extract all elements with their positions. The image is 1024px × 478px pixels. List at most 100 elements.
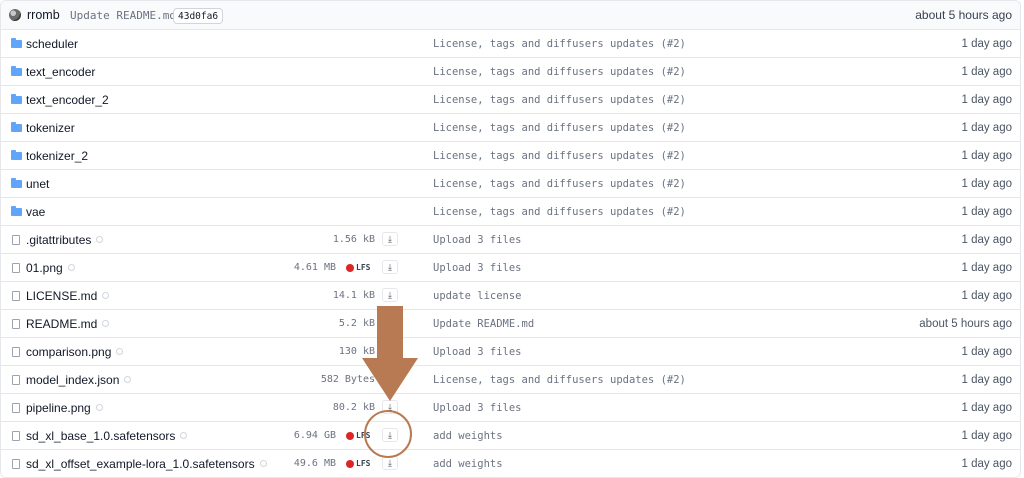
commit-time: 1 day ago — [961, 401, 1012, 414]
lfs-badge[interactable]: LFS — [346, 254, 370, 281]
shield-icon[interactable] — [102, 320, 110, 327]
shield-icon[interactable] — [67, 264, 75, 271]
folder-icon — [10, 58, 22, 85]
download-icon[interactable]: ⤓ — [382, 232, 398, 246]
commit-message-link[interactable]: add weights — [433, 422, 503, 449]
commit-message[interactable]: Update README.md — [70, 1, 176, 29]
file-table: rromb Update README.md 43d0fa6 about 5 h… — [0, 0, 1021, 478]
folder-row[interactable]: vae License, tags and diffusers updates (… — [1, 197, 1020, 225]
file-row[interactable]: comparison.png 130 kB ⤓ Upload 3 files 1 day… — [1, 337, 1020, 365]
commit-message-link[interactable]: License, tags and diffusers updates (#2) — [433, 58, 686, 85]
folder-icon — [10, 114, 22, 141]
shield-icon[interactable] — [95, 404, 103, 411]
file-list: scheduler License, tags and diffusers upd… — [1, 29, 1020, 477]
commit-time: 1 day ago — [961, 289, 1012, 302]
download-icon[interactable]: ⤓ — [382, 316, 398, 330]
file-row[interactable]: sd_xl_offset_example-lora_1.0.safetensor… — [1, 449, 1020, 477]
shield-icon[interactable] — [259, 460, 267, 467]
file-row[interactable]: model_index.json 582 Bytes ⤓ License, tags … — [1, 365, 1020, 393]
commit-time: 1 day ago — [961, 121, 1012, 134]
commit-message-link[interactable]: Upload 3 files — [433, 394, 522, 421]
file-row[interactable]: .gitattributes 1.56 kB ⤓ Upload 3 files 1 da… — [1, 225, 1020, 253]
lfs-label: LFS — [356, 263, 371, 272]
download-icon[interactable]: ⤓ — [382, 428, 398, 442]
file-name-link[interactable]: sd_xl_offset_example-lora_1.0.safetensor… — [26, 450, 267, 477]
commit-message-link[interactable]: License, tags and diffusers updates (#2) — [433, 30, 686, 57]
file-icon — [10, 422, 22, 449]
commit-message-link[interactable]: License, tags and diffusers updates (#2) — [433, 114, 686, 141]
file-size: 582 Bytes — [320, 374, 375, 385]
file-row[interactable]: sd_xl_base_1.0.safetensors 6.94 GB LFS ⤓ add… — [1, 421, 1020, 449]
download-icon[interactable]: ⤓ — [382, 344, 398, 358]
lfs-badge[interactable]: LFS — [346, 450, 370, 477]
file-icon — [10, 254, 22, 281]
shield-icon[interactable] — [124, 376, 132, 383]
commit-author[interactable]: rromb — [27, 1, 60, 29]
file-row[interactable]: LICENSE.md 14.1 kB ⤓ update license 1 day ag… — [1, 281, 1020, 309]
folder-icon — [10, 142, 22, 169]
commit-message-link[interactable]: License, tags and diffusers updates (#2) — [433, 170, 686, 197]
file-name-link[interactable]: .gitattributes — [26, 226, 104, 253]
folder-icon — [10, 170, 22, 197]
file-name-link[interactable]: tokenizer_2 — [26, 142, 88, 169]
file-icon — [10, 338, 22, 365]
file-name-link[interactable]: text_encoder — [26, 58, 95, 85]
last-commit-header: rromb Update README.md 43d0fa6 about 5 h… — [1, 1, 1020, 29]
file-name-link[interactable]: comparison.png — [26, 338, 124, 365]
shield-icon[interactable] — [180, 432, 188, 439]
commit-message-link[interactable]: License, tags and diffusers updates (#2) — [433, 86, 686, 113]
download-icon[interactable]: ⤓ — [382, 288, 398, 302]
shield-icon[interactable] — [96, 236, 104, 243]
commit-message-link[interactable]: update license — [433, 282, 522, 309]
avatar[interactable] — [9, 9, 21, 21]
file-size: 49.6 MB — [293, 458, 336, 469]
file-name-link[interactable]: model_index.json — [26, 366, 132, 393]
commit-message-link[interactable]: Update README.md — [433, 310, 534, 337]
file-icon — [10, 226, 22, 253]
file-name-link[interactable]: LICENSE.md — [26, 282, 110, 309]
file-row[interactable]: 01.png 4.61 MB LFS ⤓ Upload 3 files 1 day ago — [1, 253, 1020, 281]
folder-row[interactable]: tokenizer_2 License, tags and diffusers u… — [1, 141, 1020, 169]
shield-icon[interactable] — [102, 292, 110, 299]
download-icon[interactable]: ⤓ — [382, 400, 398, 414]
file-name-link[interactable]: README.md — [26, 310, 110, 337]
lfs-badge[interactable]: LFS — [346, 422, 370, 449]
commit-time: about 5 hours ago — [915, 8, 1012, 22]
commit-message-link[interactable]: License, tags and diffusers updates (#2) — [433, 198, 686, 225]
commit-time: 1 day ago — [961, 345, 1012, 358]
file-row[interactable]: pipeline.png 80.2 kB ⤓ Upload 3 files 1 day … — [1, 393, 1020, 421]
commit-message-link[interactable]: Upload 3 files — [433, 254, 522, 281]
folder-row[interactable]: text_encoder_2 License, tags and diffuser… — [1, 85, 1020, 113]
commit-message-link[interactable]: License, tags and diffusers updates (#2) — [433, 142, 686, 169]
file-name-link[interactable]: scheduler — [26, 30, 78, 57]
file-name-link[interactable]: 01.png — [26, 254, 75, 281]
file-size: 5.2 kB — [338, 318, 375, 329]
file-name-link[interactable]: tokenizer — [26, 114, 75, 141]
file-name-link[interactable]: text_encoder_2 — [26, 86, 109, 113]
commit-hash[interactable]: 43d0fa6 — [173, 8, 224, 24]
download-icon[interactable]: ⤓ — [382, 456, 398, 470]
folder-row[interactable]: unet License, tags and diffusers updates … — [1, 169, 1020, 197]
file-row[interactable]: README.md 5.2 kB ⤓ Update README.md about 5 … — [1, 309, 1020, 337]
file-size: 1.56 kB — [332, 234, 375, 245]
file-name-link[interactable]: pipeline.png — [26, 394, 103, 421]
commit-message-link[interactable]: Upload 3 files — [433, 226, 522, 253]
file-name-link[interactable]: unet — [26, 170, 49, 197]
file-name-link[interactable]: sd_xl_base_1.0.safetensors — [26, 422, 188, 449]
folder-row[interactable]: scheduler License, tags and diffusers upd… — [1, 29, 1020, 57]
folder-row[interactable]: tokenizer License, tags and diffusers upd… — [1, 113, 1020, 141]
commit-message-link[interactable]: License, tags and diffusers updates (#2) — [433, 366, 686, 393]
commit-message-link[interactable]: Upload 3 files — [433, 338, 522, 365]
download-icon[interactable]: ⤓ — [382, 260, 398, 274]
commit-message-link[interactable]: add weights — [433, 450, 503, 477]
file-icon — [10, 450, 22, 477]
file-size: 6.94 GB — [293, 430, 336, 441]
shield-icon[interactable] — [116, 348, 124, 355]
folder-row[interactable]: text_encoder License, tags and diffusers … — [1, 57, 1020, 85]
file-name-link[interactable]: vae — [26, 198, 45, 225]
lfs-icon — [346, 263, 354, 272]
download-icon[interactable]: ⤓ — [382, 372, 398, 386]
commit-time: 1 day ago — [961, 37, 1012, 50]
file-icon — [10, 366, 22, 393]
file-size: 80.2 kB — [332, 402, 375, 413]
